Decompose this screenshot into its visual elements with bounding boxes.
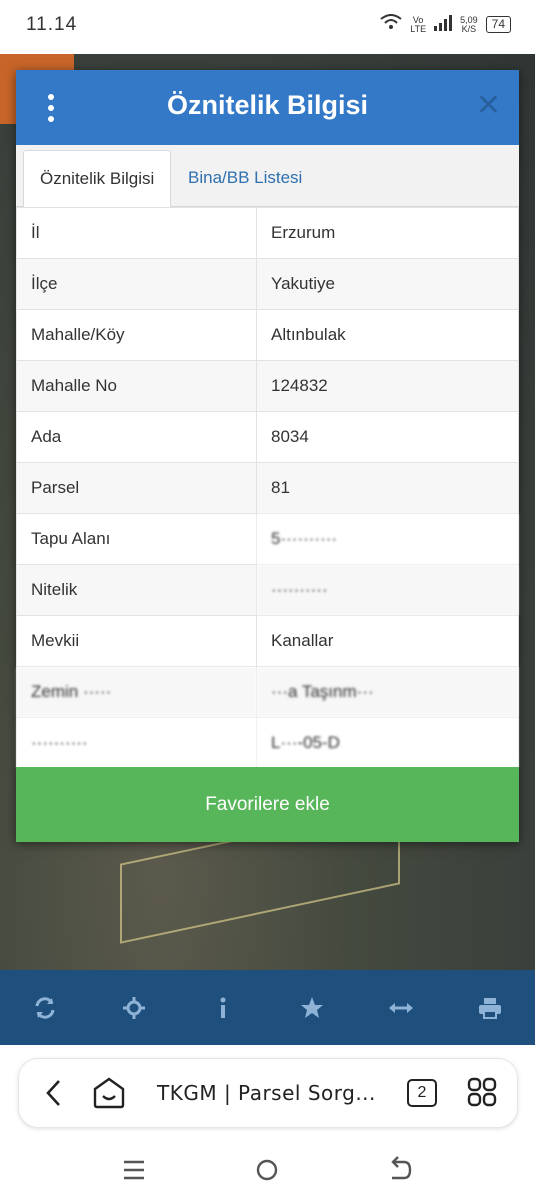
info-icon[interactable]: [203, 988, 243, 1028]
table-row: Zemin ····· ···a Taşınm···: [16, 666, 519, 718]
row-key: Nitelik: [16, 564, 257, 616]
row-key: ··········: [16, 717, 257, 769]
row-value: 81: [256, 462, 519, 514]
table-row: Mahalle/Köy Altınbulak: [16, 309, 519, 361]
row-value: Erzurum: [256, 207, 519, 259]
locate-icon[interactable]: [114, 988, 154, 1028]
back-nav-icon[interactable]: [382, 1152, 418, 1188]
recents-icon[interactable]: [116, 1152, 152, 1188]
table-row: Mevkii Kanallar: [16, 615, 519, 667]
row-value: 8034: [256, 411, 519, 463]
attribute-dialog: Öznitelik Bilgisi ✕ Öznitelik Bilgisi Bi…: [16, 70, 519, 842]
attribute-table: İl Erzurum İlçe Yakutiye Mahalle/Köy Alt…: [16, 207, 519, 769]
row-value: L···-05-D: [256, 717, 519, 769]
row-key: İlçe: [16, 258, 257, 310]
status-icons: Vo LTE 5,09 K/S 74: [380, 14, 511, 35]
battery-level: 74: [491, 17, 505, 31]
row-key: Parsel: [16, 462, 257, 514]
battery-icon: 74: [485, 16, 511, 33]
table-row: Mahalle No 124832: [16, 360, 519, 412]
measure-icon[interactable]: [381, 988, 421, 1028]
table-row: Parsel 81: [16, 462, 519, 514]
network-type: Vo LTE: [410, 15, 427, 34]
tab-building-list[interactable]: Bina/BB Listesi: [172, 150, 318, 208]
row-value: ··········: [256, 564, 519, 616]
refresh-icon[interactable]: [25, 988, 65, 1028]
row-key: Tapu Alanı: [16, 513, 257, 565]
wifi-icon: [380, 14, 402, 35]
dialog-header: Öznitelik Bilgisi ✕: [16, 70, 519, 145]
network-speed: 5,09 K/S: [460, 15, 478, 34]
tab-switcher-button[interactable]: 2: [407, 1079, 437, 1107]
row-value: Altınbulak: [256, 309, 519, 361]
home-nav-icon[interactable]: [249, 1152, 285, 1188]
table-row: İlçe Yakutiye: [16, 258, 519, 310]
row-key: Mevkii: [16, 615, 257, 667]
signal-icon: [434, 15, 453, 34]
table-row: Tapu Alanı 5··········: [16, 513, 519, 565]
network-bottom: LTE: [410, 23, 427, 34]
back-icon[interactable]: [39, 1077, 69, 1109]
dialog-tabs: Öznitelik Bilgisi Bina/BB Listesi: [16, 145, 519, 208]
map-toolbar: [0, 970, 535, 1045]
home-icon[interactable]: [91, 1075, 127, 1111]
row-value: ···a Taşınm···: [256, 666, 519, 718]
status-time: 11.14: [26, 14, 78, 35]
print-icon[interactable]: [470, 988, 510, 1028]
table-row: Nitelik ··········: [16, 564, 519, 616]
browser-address-bar: TKGM | Parsel Sorg... 2: [18, 1058, 518, 1128]
row-key: Mahalle No: [16, 360, 257, 412]
row-value: 5··········: [256, 513, 519, 565]
page-title[interactable]: TKGM | Parsel Sorg...: [157, 1081, 376, 1105]
table-row: Ada 8034: [16, 411, 519, 463]
grid-menu-icon[interactable]: [467, 1077, 497, 1107]
close-icon[interactable]: ✕: [476, 89, 501, 123]
table-row: İl Erzurum: [16, 207, 519, 259]
row-value: Kanallar: [256, 615, 519, 667]
row-value: Yakutiye: [256, 258, 519, 310]
add-favorite-button[interactable]: Favorilere ekle: [16, 767, 519, 842]
tab-attribute-info[interactable]: Öznitelik Bilgisi: [23, 150, 172, 208]
row-key: Zemin ·····: [16, 666, 257, 718]
system-nav-bar: [0, 1140, 535, 1200]
row-key: İl: [16, 207, 257, 259]
status-bar: 11.14 Vo LTE 5,09 K/S 74: [0, 0, 535, 54]
speed-unit: K/S: [461, 23, 477, 34]
row-key: Mahalle/Köy: [16, 309, 257, 361]
row-value: 124832: [256, 360, 519, 412]
row-key: Ada: [16, 411, 257, 463]
table-row: ·········· L···-05-D: [16, 717, 519, 769]
star-icon[interactable]: [292, 988, 332, 1028]
dialog-title: Öznitelik Bilgisi: [166, 90, 369, 120]
